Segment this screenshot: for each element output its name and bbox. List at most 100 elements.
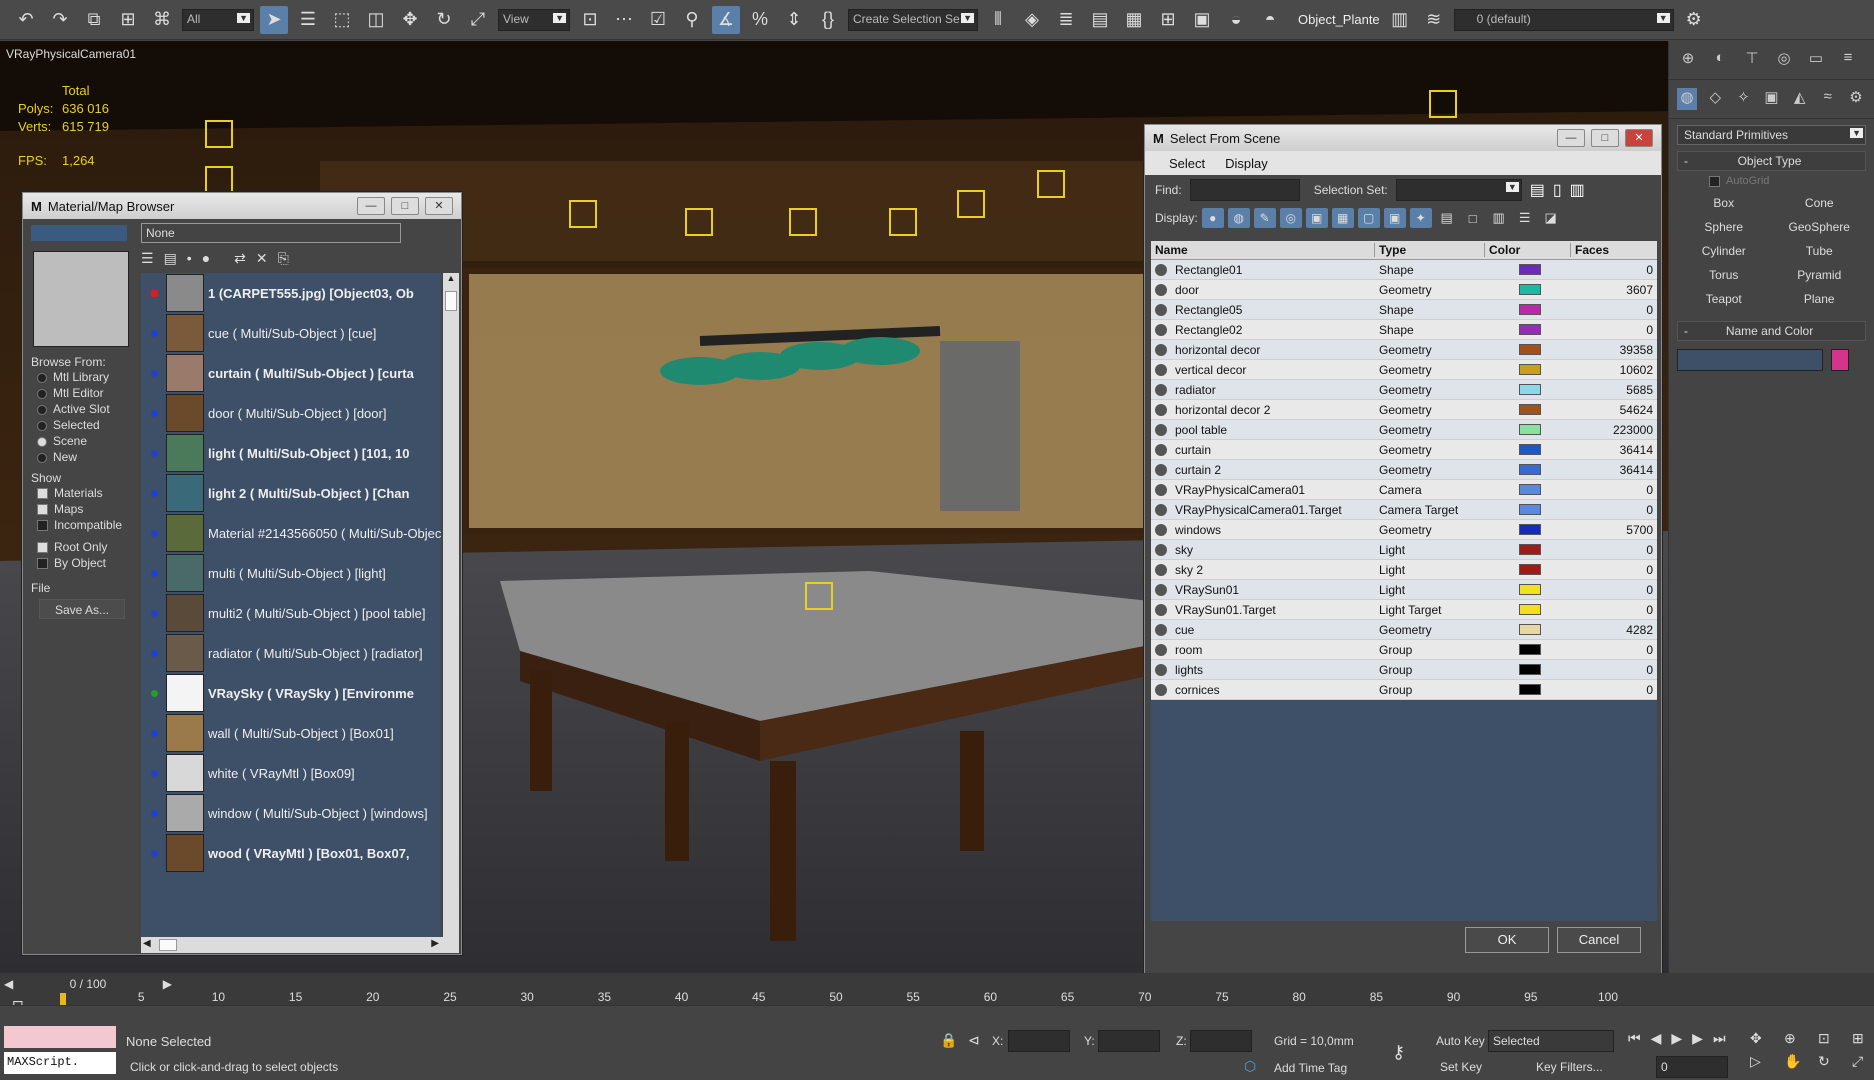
redo-icon[interactable]: ↷ xyxy=(46,6,74,34)
add-time-tag[interactable]: Add Time Tag xyxy=(1274,1061,1347,1075)
z-coord-input[interactable] xyxy=(1190,1030,1252,1052)
material-list-item[interactable]: door ( Multi/Sub-Object ) [door] xyxy=(141,393,441,433)
key-filters-button[interactable]: Key Filters... xyxy=(1536,1060,1603,1074)
save-as-button[interactable]: Save As... xyxy=(39,599,125,619)
display-none-icon[interactable]: □ xyxy=(1462,208,1484,228)
select-manipulate-icon[interactable]: ☑ xyxy=(644,6,672,34)
scroll-right-icon[interactable]: ▶ xyxy=(431,938,439,949)
pivot-icon[interactable]: ⊡ xyxy=(576,6,604,34)
material-list-item[interactable]: wall ( Multi/Sub-Object ) [Box01] xyxy=(141,713,441,753)
layer-dropdown[interactable]: 0 (default) xyxy=(1453,8,1674,31)
col-faces-header[interactable]: Faces xyxy=(1571,243,1657,257)
play-icon[interactable]: ▶ xyxy=(1671,1030,1682,1047)
root-options-item[interactable]: By Object xyxy=(31,555,133,571)
primitive-type-dropdown[interactable]: Standard Primitives ▼ xyxy=(1677,125,1866,145)
zoom-all-icon[interactable]: ⊕ xyxy=(1784,1030,1812,1047)
utilities-tab-icon[interactable]: ≡ xyxy=(1837,49,1859,71)
prev-frame-icon[interactable]: ◀ xyxy=(4,975,13,993)
next-key-icon[interactable]: ▶ xyxy=(1692,1030,1703,1047)
update-scene-icon[interactable]: ⇄ xyxy=(234,250,246,267)
browse-from-option[interactable]: Mtl Editor xyxy=(31,385,133,401)
rect-selection-icon[interactable]: ⬚ xyxy=(328,6,356,34)
browse-from-option[interactable]: Selected xyxy=(31,417,133,433)
absolute-mode-icon[interactable]: ⊲ xyxy=(968,1032,980,1049)
clear-library-icon[interactable]: ⎘ xyxy=(278,250,289,267)
primitive-pyramid-button[interactable]: Pyramid xyxy=(1775,265,1865,285)
primitive-geosphere-button[interactable]: GeoSphere xyxy=(1775,217,1865,237)
primitive-torus-button[interactable]: Torus xyxy=(1679,265,1769,285)
close-button[interactable]: ✕ xyxy=(1625,129,1653,147)
browse-from-option[interactable]: Active Slot xyxy=(31,401,133,417)
primitive-cone-button[interactable]: Cone xyxy=(1775,193,1865,213)
maximize-button[interactable]: □ xyxy=(391,197,419,215)
checkbox[interactable] xyxy=(37,488,48,500)
scene-object-row[interactable]: curtain Geometry 36414 xyxy=(1151,440,1657,460)
display-cameras-icon[interactable]: ◎ xyxy=(1279,208,1302,228)
material-list-item[interactable]: VRaySky ( VRaySky ) [Environme xyxy=(141,673,441,713)
motion-tab-icon[interactable]: ◎ xyxy=(1773,49,1795,71)
display-groups-icon[interactable]: ▢ xyxy=(1357,208,1380,228)
select-invert-icon[interactable]: ▥ xyxy=(1570,180,1585,200)
view-large-icons-icon[interactable]: ● xyxy=(202,250,210,266)
primitive-box-button[interactable]: Box xyxy=(1679,193,1769,213)
display-bones-icon[interactable]: ✦ xyxy=(1409,208,1432,228)
display-children-icon[interactable]: ☰ xyxy=(1514,208,1536,228)
material-list-item[interactable]: multi2 ( Multi/Sub-Object ) [pool table] xyxy=(141,593,441,633)
snap-toggle-icon[interactable]: ⚲ xyxy=(678,6,706,34)
render-icon[interactable]: ◓ xyxy=(1256,6,1284,34)
prev-key-icon[interactable]: ◀ xyxy=(1651,1030,1662,1047)
minimize-button[interactable]: — xyxy=(1557,129,1585,147)
display-shapes-icon[interactable]: ◍ xyxy=(1227,208,1250,228)
display-influences-icon[interactable]: ◪ xyxy=(1540,208,1562,228)
display-all-icon[interactable]: ▤ xyxy=(1436,208,1458,228)
systems-category-icon[interactable]: ⚙ xyxy=(1846,88,1866,110)
scale-icon[interactable]: ⤢ xyxy=(464,6,492,34)
cancel-button[interactable]: Cancel xyxy=(1557,927,1641,953)
show-options-item[interactable]: Materials xyxy=(31,485,133,501)
material-list-item[interactable]: light ( Multi/Sub-Object ) [101, 10 xyxy=(141,433,441,473)
keyboard-shortcut-icon[interactable]: ⋯ xyxy=(610,6,638,34)
orbit-icon[interactable]: ↻ xyxy=(1818,1053,1846,1070)
key-mode-dropdown[interactable]: Selected xyxy=(1488,1030,1614,1052)
percent-snap-icon[interactable]: % xyxy=(746,6,774,34)
cameras-category-icon[interactable]: ▣ xyxy=(1761,88,1781,110)
lights-category-icon[interactable]: ✧ xyxy=(1733,88,1753,110)
go-to-end-icon[interactable]: ⏭ xyxy=(1713,1030,1726,1047)
angle-snap-icon[interactable]: ∡ xyxy=(712,5,740,34)
lock-selection-icon[interactable]: 🔒 xyxy=(940,1032,957,1049)
schematic-view-icon[interactable]: ⊞ xyxy=(1154,6,1182,34)
display-invert-icon[interactable]: ▥ xyxy=(1488,208,1510,228)
radio-button[interactable] xyxy=(37,372,47,383)
helpers-category-icon[interactable]: ◭ xyxy=(1790,88,1810,110)
align-icon[interactable]: ◈ xyxy=(1018,6,1046,34)
display-lights-icon[interactable]: ✎ xyxy=(1253,208,1276,228)
undo-icon[interactable]: ↶ xyxy=(12,6,40,34)
mirror-icon[interactable]: ⫴ xyxy=(984,6,1012,34)
select-all-icon[interactable]: ▤ xyxy=(1530,180,1545,200)
scene-object-row[interactable]: door Geometry 3607 xyxy=(1151,280,1657,300)
view-list-icons-icon[interactable]: ▤ xyxy=(164,250,177,267)
material-list-item[interactable]: wood ( VRayMtl ) [Box01, Box07, xyxy=(141,833,441,873)
material-browser-titlebar[interactable]: M Material/Map Browser — □ ✕ xyxy=(23,193,461,219)
spinner-snap-icon[interactable]: ⇕ xyxy=(780,6,808,34)
geometry-category-icon[interactable]: ◍ xyxy=(1677,88,1698,110)
primitive-sphere-button[interactable]: Sphere xyxy=(1679,217,1769,237)
curve-editor-icon[interactable]: ▦ xyxy=(1120,6,1148,34)
object-name-input[interactable] xyxy=(1677,349,1823,371)
primitive-teapot-button[interactable]: Teapot xyxy=(1679,289,1769,309)
select-none-icon[interactable]: ▯ xyxy=(1553,180,1562,200)
scene-object-row[interactable]: vertical decor Geometry 10602 xyxy=(1151,360,1657,380)
object-color-swatch[interactable] xyxy=(1831,349,1849,371)
radio-button[interactable] xyxy=(37,436,47,447)
time-tag-icon[interactable]: ⬡ xyxy=(1244,1058,1256,1075)
scene-object-row[interactable]: horizontal decor Geometry 39358 xyxy=(1151,340,1657,360)
viewport-label[interactable]: VRayPhysicalCamera01 xyxy=(6,47,136,61)
scene-object-row[interactable]: cornices Group 0 xyxy=(1151,680,1657,700)
bind-space-warp-icon[interactable]: ⌘ xyxy=(148,6,176,34)
material-list-item[interactable]: white ( VRayMtl ) [Box09] xyxy=(141,753,441,793)
scene-object-row[interactable]: VRayPhysicalCamera01 Camera 0 xyxy=(1151,480,1657,500)
shapes-category-icon[interactable]: ◇ xyxy=(1705,88,1725,110)
scene-object-row[interactable]: Rectangle05 Shape 0 xyxy=(1151,300,1657,320)
primitive-plane-button[interactable]: Plane xyxy=(1775,289,1865,309)
scene-object-row[interactable]: Rectangle01 Shape 0 xyxy=(1151,260,1657,280)
